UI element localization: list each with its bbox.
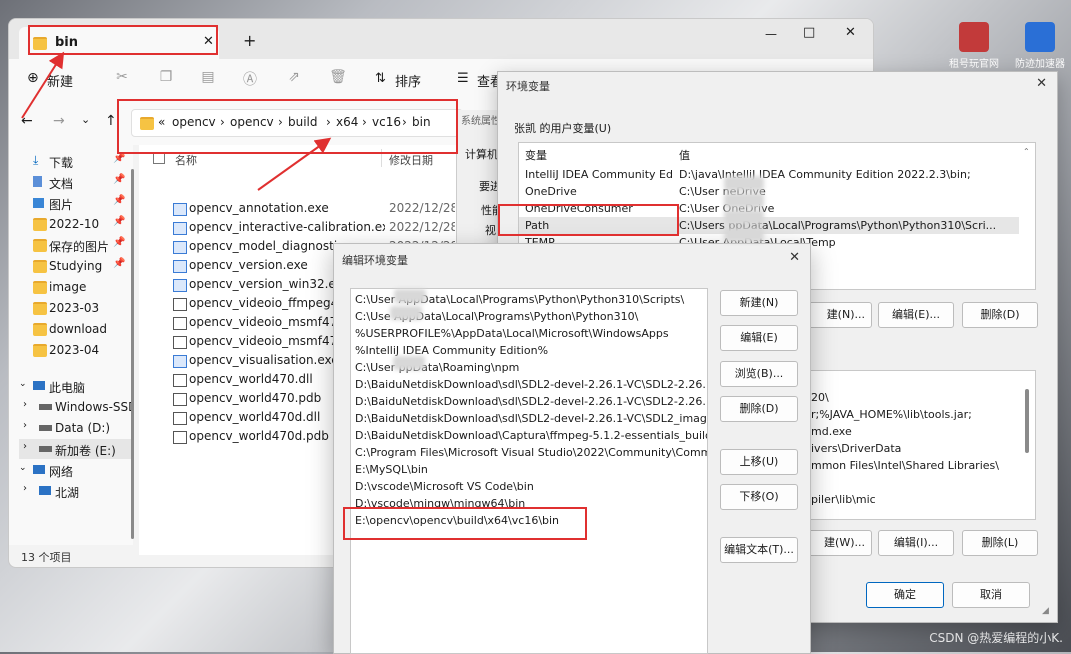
privacy-blur [394,289,426,303]
privacy-blur [724,227,764,242]
annotation-arrow [257,137,332,191]
annotation-arrow [21,51,65,119]
privacy-blur [724,176,764,191]
privacy-blur [724,210,764,225]
privacy-blur [393,356,425,370]
privacy-blur [724,193,764,208]
annotation-arrows [21,51,332,191]
privacy-blur [390,306,422,320]
